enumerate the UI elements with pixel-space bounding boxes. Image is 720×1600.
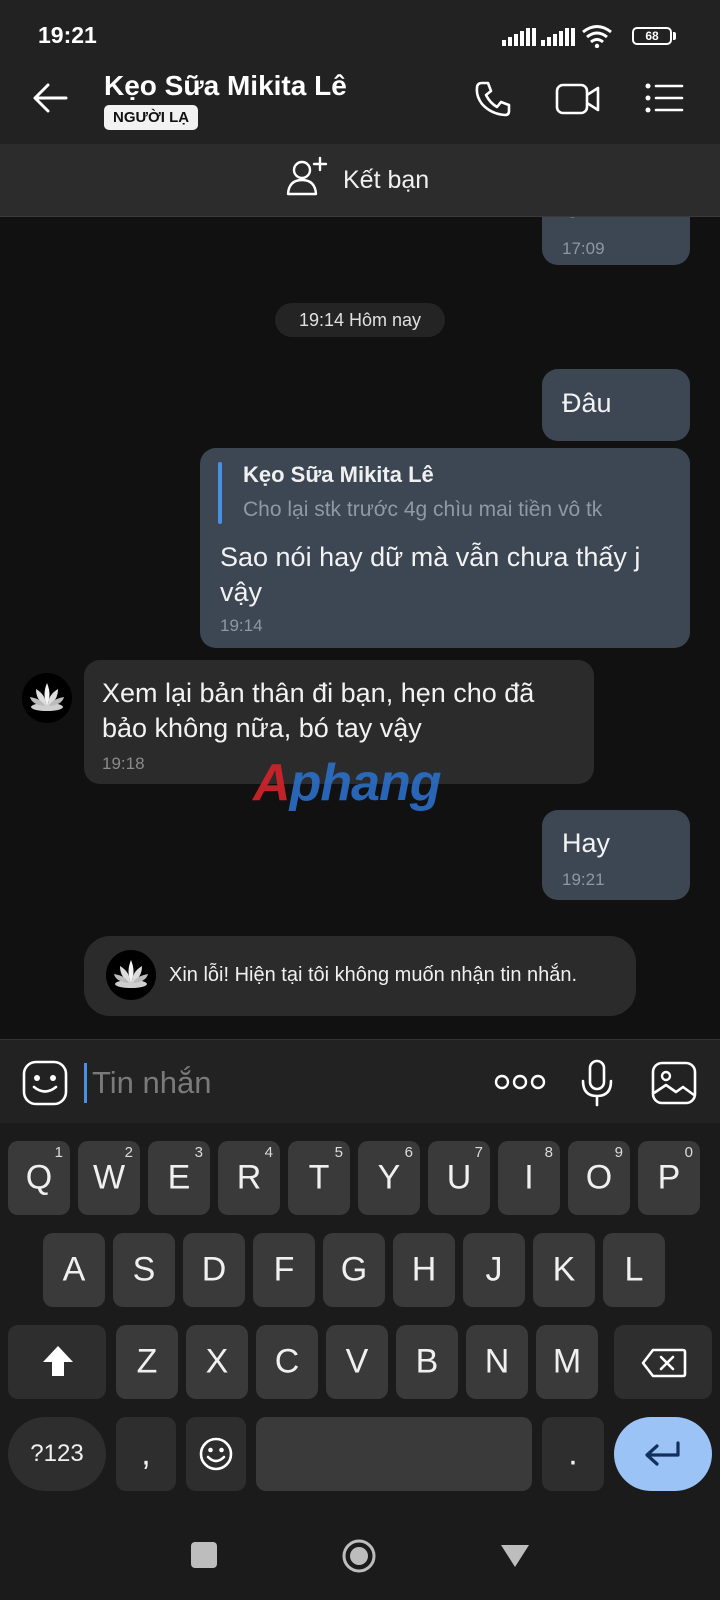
key-g[interactable]: G bbox=[323, 1233, 385, 1307]
image-gallery-icon[interactable] bbox=[651, 1061, 697, 1105]
battery-tip bbox=[673, 32, 676, 40]
status-time: 19:21 bbox=[38, 22, 97, 48]
key-b[interactable]: B bbox=[396, 1325, 458, 1399]
back-nav-button[interactable] bbox=[499, 1543, 531, 1569]
quote-bar bbox=[218, 462, 222, 524]
key-o[interactable]: O9 bbox=[568, 1141, 630, 1215]
add-friend-icon bbox=[286, 156, 328, 196]
key-h[interactable]: H bbox=[393, 1233, 455, 1307]
key-a[interactable]: A bbox=[43, 1233, 105, 1307]
period-key[interactable]: . bbox=[542, 1417, 604, 1491]
key-w[interactable]: W2 bbox=[78, 1141, 140, 1215]
lotus-icon bbox=[30, 683, 64, 711]
text-cursor bbox=[84, 1063, 87, 1103]
enter-key[interactable] bbox=[614, 1417, 712, 1491]
key-y[interactable]: Y6 bbox=[358, 1141, 420, 1215]
message-time: 17:09 bbox=[562, 239, 605, 258]
chat-area[interactable]: OK 17:09 19:14 Hôm nay Đâu Kẹo Sữa Mikit… bbox=[0, 217, 720, 1039]
home-button[interactable] bbox=[341, 1538, 377, 1574]
message-bubble-previous[interactable]: OK 17:09 bbox=[542, 217, 690, 265]
key-d[interactable]: D bbox=[183, 1233, 245, 1307]
key-j[interactable]: J bbox=[463, 1233, 525, 1307]
key-f[interactable]: F bbox=[253, 1233, 315, 1307]
watermark-logo: Aphang bbox=[253, 754, 442, 812]
key-n[interactable]: N bbox=[466, 1325, 528, 1399]
shift-arrow-icon bbox=[43, 1346, 73, 1376]
add-friend-label: Kết bạn bbox=[343, 166, 430, 194]
message-bubble-outgoing[interactable]: Đâu bbox=[542, 369, 690, 441]
date-separator: 19:14 Hôm nay bbox=[275, 303, 445, 337]
message-text: Sao nói hay dữ mà vẫn chưa thấy j vậy bbox=[220, 542, 641, 607]
key-v[interactable]: V bbox=[326, 1325, 388, 1399]
message-text: OK bbox=[562, 217, 601, 226]
message-text: Đâu bbox=[562, 388, 612, 418]
message-text: Xem lại bản thân đi bạn, hẹn cho đã bảo … bbox=[102, 678, 535, 743]
key-x[interactable]: X bbox=[186, 1325, 248, 1399]
message-bubble-outgoing[interactable]: Hay 19:21 bbox=[542, 810, 690, 900]
quote-text: Cho lại stk trước 4g chìu mai tiền vô tk bbox=[243, 498, 603, 521]
wifi-icon bbox=[582, 25, 612, 48]
key-u[interactable]: U7 bbox=[428, 1141, 490, 1215]
microphone-icon[interactable] bbox=[580, 1059, 614, 1107]
enter-icon bbox=[645, 1441, 680, 1466]
quote-name: Kẹo Sữa Mikita Lê bbox=[243, 462, 434, 487]
signal-1-icon bbox=[502, 0, 536, 46]
space-key[interactable] bbox=[256, 1417, 532, 1491]
key-r[interactable]: R4 bbox=[218, 1141, 280, 1215]
key-q[interactable]: Q1 bbox=[8, 1141, 70, 1215]
signal-2-icon bbox=[541, 0, 575, 46]
backspace-key[interactable] bbox=[614, 1325, 712, 1399]
key-p[interactable]: P0 bbox=[638, 1141, 700, 1215]
key-c[interactable]: C bbox=[256, 1325, 318, 1399]
message-text: Hay bbox=[562, 828, 611, 858]
message-time: 19:14 bbox=[220, 616, 263, 635]
emoji-icon bbox=[199, 1437, 233, 1471]
contact-name[interactable]: Kẹo Sữa Mikita Lê bbox=[104, 70, 347, 102]
key-z[interactable]: Z bbox=[116, 1325, 178, 1399]
video-call-icon[interactable] bbox=[555, 82, 601, 116]
key-s[interactable]: S bbox=[113, 1233, 175, 1307]
auto-reply-text: Xin lỗi! Hiện tại tôi không muốn nhận ti… bbox=[169, 964, 578, 986]
shift-key[interactable] bbox=[8, 1325, 106, 1399]
stranger-badge: NGƯỜI LẠ bbox=[104, 105, 199, 130]
comma-key[interactable]: , bbox=[116, 1417, 176, 1491]
back-arrow-icon[interactable] bbox=[32, 82, 68, 114]
more-options-icon[interactable] bbox=[494, 1072, 546, 1092]
backspace-icon bbox=[641, 1348, 687, 1378]
recent-apps-button[interactable] bbox=[191, 1542, 217, 1568]
message-bubble-reply[interactable]: Kẹo Sữa Mikita Lê Cho lại stk trước 4g c… bbox=[200, 448, 690, 648]
sticker-icon[interactable] bbox=[22, 1060, 68, 1106]
message-time: 19:18 bbox=[102, 754, 145, 773]
auto-reply-avatar bbox=[106, 950, 156, 1000]
symbols-key[interactable]: ?123 bbox=[8, 1417, 106, 1491]
key-e[interactable]: E3 bbox=[148, 1141, 210, 1215]
key-i[interactable]: I8 bbox=[498, 1141, 560, 1215]
emoji-key[interactable] bbox=[186, 1417, 246, 1491]
key-t[interactable]: T5 bbox=[288, 1141, 350, 1215]
lotus-icon bbox=[114, 960, 148, 988]
menu-list-icon[interactable] bbox=[644, 82, 684, 114]
key-l[interactable]: L bbox=[603, 1233, 665, 1307]
key-k[interactable]: K bbox=[533, 1233, 595, 1307]
contact-avatar[interactable] bbox=[22, 673, 72, 723]
phone-call-icon[interactable] bbox=[474, 80, 512, 118]
keyboard: Q1W2E3R4T5Y6U7I8O9P0 ASDFGHJKL ZXCVBNM ?… bbox=[0, 1123, 720, 1520]
auto-reply-notice: Xin lỗi! Hiện tại tôi không muốn nhận ti… bbox=[84, 936, 636, 1016]
message-input[interactable] bbox=[90, 1060, 474, 1106]
key-m[interactable]: M bbox=[536, 1325, 598, 1399]
message-time: 19:21 bbox=[562, 870, 605, 889]
battery-icon: 68 bbox=[632, 27, 672, 45]
